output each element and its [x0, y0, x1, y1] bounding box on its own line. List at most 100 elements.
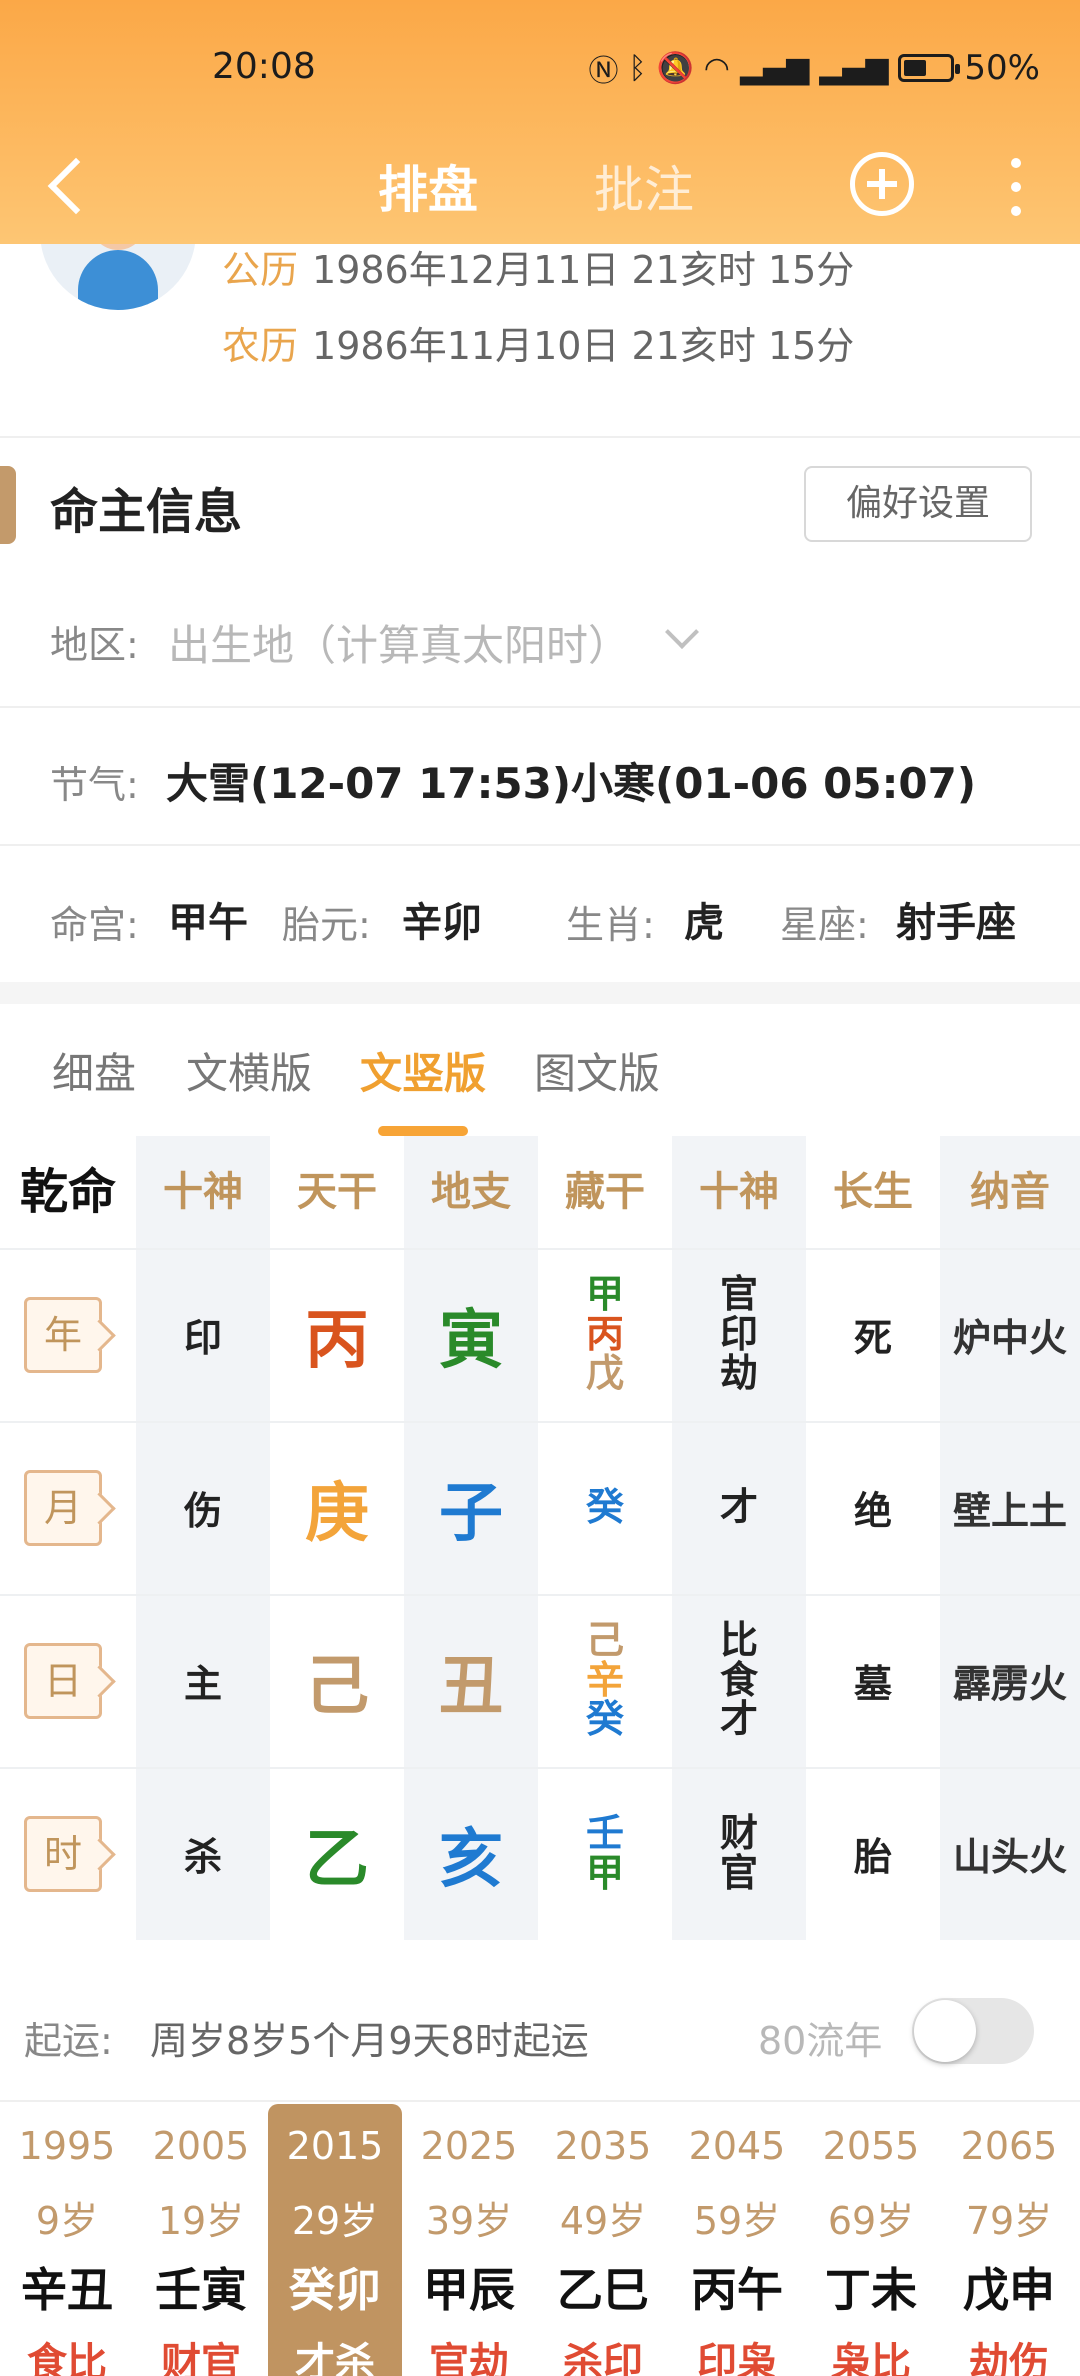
dayun-year: 2045 — [688, 2124, 786, 2168]
region-label: 地区: — [50, 623, 139, 667]
dayun-shishen: 才杀 — [295, 2340, 375, 2376]
dayun-year: 2035 — [554, 2124, 652, 2168]
chevron-down-icon[interactable] — [665, 615, 699, 649]
bluetooth-icon: ᛒ — [628, 50, 647, 86]
dayun-column[interactable]: 2005 19岁 壬寅 财官 — [134, 2104, 268, 2376]
solar-term-value: 大雪(12-07 17:53)小寒(01-06 05:07) — [166, 759, 977, 808]
tab-wenshuban[interactable]: 文竖版 — [360, 1040, 486, 1101]
back-arrow-icon[interactable] — [40, 148, 100, 218]
cang-shishen-char: 才 — [719, 1697, 758, 1742]
canggan-cell: 己辛癸 — [538, 1594, 672, 1767]
cang-shishen-char: 官 — [719, 1850, 758, 1895]
liunian-toggle-label: 80流年 — [758, 2019, 883, 2063]
more-vertical-icon[interactable] — [1004, 152, 1028, 222]
dizhi-cell: 子 — [439, 1476, 503, 1551]
canggan-char: 癸 — [585, 1484, 624, 1529]
tab-paipan[interactable]: 排盘 — [378, 150, 478, 222]
dayun-age: 49岁 — [559, 2199, 647, 2243]
dayun-column[interactable]: 2015 29岁 癸卯 才杀 — [268, 2104, 402, 2376]
dayun-ganzhi: 乙巳 — [557, 2263, 649, 2317]
changsheng-cell: 绝 — [853, 1489, 892, 1533]
dayun-ganzhi: 丁未 — [825, 2263, 917, 2317]
nayin-cell: 山头火 — [952, 1835, 1067, 1879]
solar-term-label: 节气: — [50, 763, 139, 807]
dayun-shishen: 官劫 — [429, 2340, 509, 2376]
pillar-tag[interactable]: 月 — [24, 1469, 102, 1546]
table-corner-label: 乾命 — [19, 1164, 116, 1220]
dayun-year: 2015 — [286, 2124, 384, 2168]
dayun-shishen: 食比 — [27, 2340, 107, 2376]
dayun-year: 2025 — [420, 2124, 518, 2168]
tiangan-cell: 己 — [305, 1649, 369, 1724]
qiyun-value: 周岁8岁5个月9天8时起运 — [150, 2019, 589, 2063]
canggan-char: 甲 — [585, 1271, 624, 1316]
tab-xipan[interactable]: 细盘 — [52, 1040, 136, 1101]
tab-tuwenban[interactable]: 图文版 — [534, 1040, 660, 1101]
canggan-char: 壬 — [585, 1810, 624, 1855]
nayin-cell: 炉中火 — [952, 1316, 1067, 1360]
changsheng-cell: 墓 — [853, 1662, 892, 1706]
dayun-age: 9岁 — [35, 2199, 99, 2243]
region-select[interactable]: 出生地（计算真太阳时） — [168, 612, 630, 673]
cang-shishen-char: 劫 — [719, 1351, 758, 1396]
liunian-toggle[interactable] — [912, 1998, 1034, 2064]
pillar-tag[interactable]: 时 — [24, 1815, 102, 1892]
changsheng-cell: 胎 — [853, 1835, 892, 1879]
cang-shishen-char: 比 — [719, 1617, 758, 1662]
dayun-column[interactable]: 1995 9岁 辛丑 食比 — [0, 2104, 134, 2376]
nav-bar: 排盘 批注 — [0, 130, 1080, 240]
pillar-tag[interactable]: 日 — [24, 1642, 102, 1719]
cang-shishen-char: 食 — [719, 1657, 758, 1702]
solar-value: 1986年12月11日 21亥时 15分 — [312, 248, 855, 292]
divider — [0, 2100, 1080, 2102]
solar-date-row: 公历 1986年12月11日 21亥时 15分 — [222, 242, 854, 318]
taiyuan-value: 辛卯 — [402, 900, 482, 946]
lunar-value: 1986年11月10日 21亥时 15分 — [312, 324, 855, 368]
dayun-shishen: 劫伤 — [969, 2340, 1049, 2376]
canggan-char: 己 — [585, 1617, 624, 1662]
dizhi-cell: 丑 — [439, 1649, 503, 1724]
dayun-year: 2065 — [960, 2124, 1058, 2168]
cang-shishen-char: 才 — [719, 1484, 758, 1529]
tiangan-cell: 庚 — [305, 1476, 369, 1551]
status-bar: 20:08 Ⓝ ᛒ 🔕 ◠ ▂▄▆ ▂▄▆ 50% — [0, 0, 1080, 136]
header-shishen: 十神 — [163, 1169, 243, 1215]
dayun-column[interactable]: 2055 69岁 丁未 枭比 — [804, 2104, 938, 2376]
battery-percent: 50% — [964, 48, 1040, 88]
dayun-shishen: 杀印 — [563, 2340, 643, 2376]
canggan-cell: 甲丙戊 — [538, 1248, 672, 1421]
dayun-column[interactable]: 2045 59岁 丙午 印枭 — [670, 2104, 804, 2376]
pillar-tag[interactable]: 年 — [24, 1296, 102, 1373]
dayun-age: 69岁 — [827, 2199, 915, 2243]
section-title: 命主信息 — [50, 484, 243, 540]
tiangan-cell: 丙 — [305, 1303, 369, 1378]
dayun-column[interactable]: 2065 79岁 戊申 劫伤 — [938, 2104, 1080, 2376]
screen: { "status_bar": { "time": "20:08", "batt… — [0, 0, 1080, 2376]
dayun-column[interactable]: 2025 39岁 甲辰 官劫 — [402, 2104, 536, 2376]
shishen-cell: 主 — [183, 1662, 222, 1706]
tiangan-cell: 乙 — [305, 1822, 369, 1897]
tab-wenhengban[interactable]: 文横版 — [186, 1040, 312, 1101]
mute-bell-icon: 🔕 — [656, 50, 694, 86]
preferences-button[interactable]: 偏好设置 — [804, 466, 1032, 542]
header-nayin: 纳音 — [970, 1169, 1050, 1215]
dizhi-cell: 亥 — [439, 1822, 503, 1897]
tab-pizhu[interactable]: 批注 — [594, 150, 694, 222]
cang-shishen-char: 印 — [719, 1311, 758, 1356]
canggan-char: 癸 — [585, 1697, 624, 1742]
section-gap — [0, 982, 1080, 1004]
toggle-knob — [914, 2000, 976, 2062]
dayun-column[interactable]: 2035 49岁乙巳杀印 — [536, 2104, 670, 2376]
dayun-ganzhi: 辛丑 — [21, 2263, 113, 2317]
section-marker — [0, 466, 16, 544]
add-circle-icon[interactable] — [850, 152, 914, 216]
divider — [0, 436, 1080, 438]
dayun-shishen: 枭比 — [831, 2340, 911, 2376]
dayun-age: 59岁 — [693, 2199, 781, 2243]
shishen-cell: 印 — [183, 1316, 222, 1360]
signal-4g-icon: ▂▄▆ — [819, 50, 889, 86]
header-cang-shishen: 十神 — [699, 1169, 779, 1215]
xingzuo-value: 射手座 — [896, 900, 1016, 946]
signal-5g-icon: ▂▄▆ — [739, 50, 810, 86]
xingzuo-label: 星座: — [780, 903, 869, 947]
